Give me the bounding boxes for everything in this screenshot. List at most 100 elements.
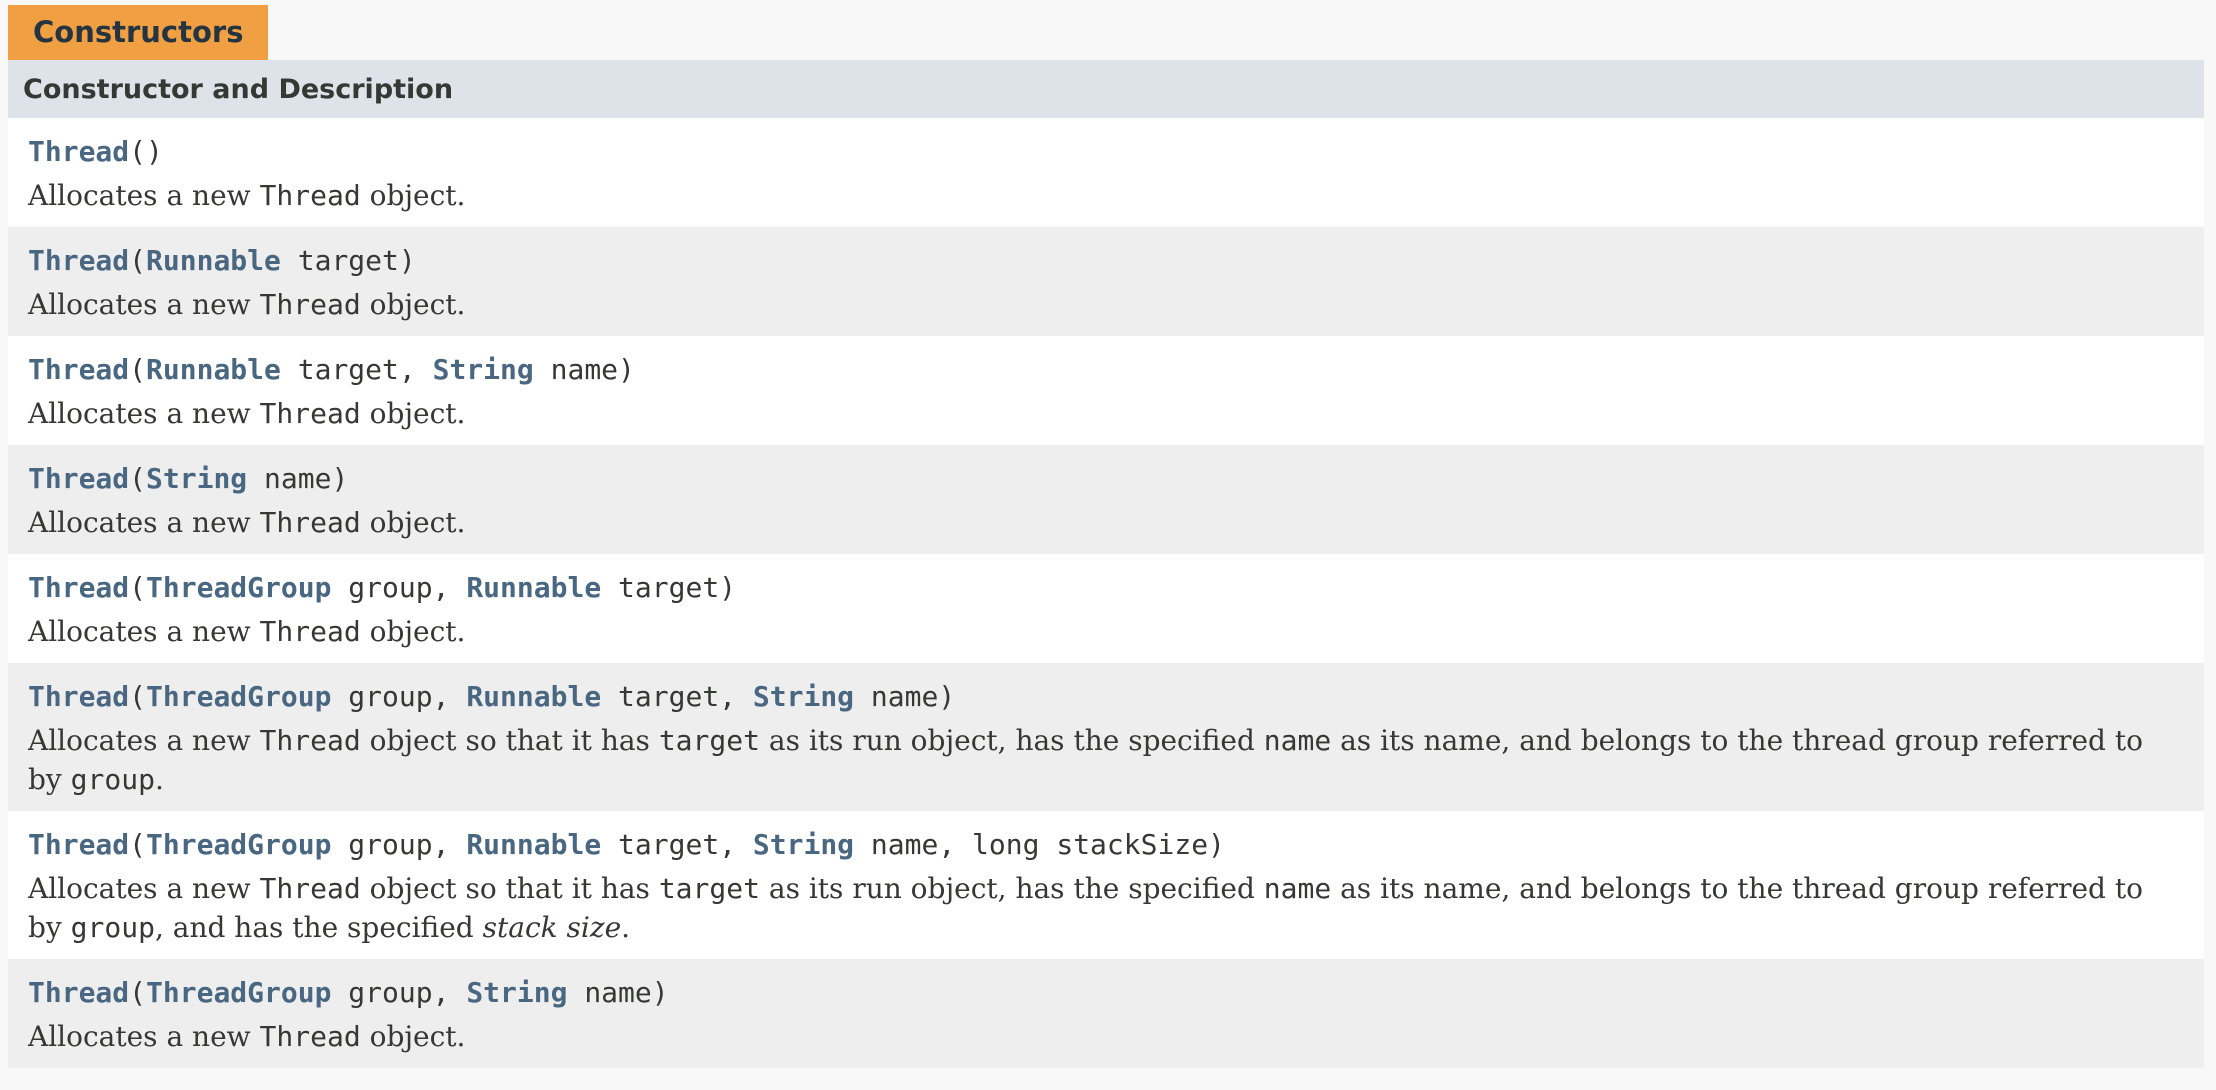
constructor-description: Allocates a new Thread object so that it…: [28, 721, 2184, 799]
type-link[interactable]: Runnable: [466, 680, 601, 713]
signature-text: (: [129, 462, 147, 495]
signature-text: name): [533, 353, 635, 386]
constructor-name-link[interactable]: Thread: [28, 828, 129, 861]
constructor-signature: Thread(ThreadGroup group, Runnable targe…: [28, 679, 2184, 715]
type-link[interactable]: ThreadGroup: [146, 680, 331, 713]
description-text: object.: [360, 397, 466, 430]
constructor-signature: Thread(ThreadGroup group, Runnable targe…: [28, 570, 2184, 606]
signature-text: group,: [331, 976, 467, 1009]
emphasis-text: stack size: [482, 911, 622, 944]
signature-text: group,: [331, 571, 467, 604]
constructor-signature: Thread(Runnable target): [28, 243, 2184, 279]
constructor-list: Thread() Allocates a new Thread object. Th…: [8, 118, 2204, 1068]
constructor-name-link[interactable]: Thread: [28, 680, 129, 713]
constructor-cell: Thread(ThreadGroup group, Runnable targe…: [8, 811, 2204, 959]
constructor-cell: Thread(ThreadGroup group, Runnable targe…: [8, 554, 2204, 663]
description-text: object.: [360, 506, 466, 539]
type-link[interactable]: ThreadGroup: [146, 828, 331, 861]
type-link[interactable]: Runnable: [146, 244, 281, 277]
description-text: Allocates a new: [28, 615, 260, 648]
constructor-name-link[interactable]: Thread: [28, 244, 129, 277]
signature-text: (: [129, 244, 147, 277]
description-text: Allocates a new: [28, 288, 260, 321]
signature-text: name): [247, 462, 349, 495]
code-term: group: [70, 911, 155, 944]
description-text: object.: [360, 288, 466, 321]
code-term: name: [1263, 724, 1332, 757]
type-link[interactable]: Runnable: [466, 828, 601, 861]
description-text: , and has the specified: [154, 911, 483, 944]
constructor-name-link[interactable]: Thread: [28, 353, 129, 386]
signature-text: name, long stackSize): [854, 828, 1225, 861]
signature-text: target): [601, 571, 737, 604]
description-text: object so that it has: [360, 724, 659, 757]
constructor-description: Allocates a new Thread object.: [28, 612, 2184, 651]
table-row: Thread(ThreadGroup group, Runnable targe…: [8, 663, 2204, 811]
signature-text: target,: [280, 353, 433, 386]
constructor-signature: Thread(Runnable target, String name): [28, 352, 2184, 388]
type-link[interactable]: String: [433, 353, 534, 386]
constructor-description: Allocates a new Thread object.: [28, 176, 2184, 215]
signature-text: target,: [601, 680, 753, 713]
signature-text: name): [854, 680, 956, 713]
code-term: name: [1263, 872, 1332, 905]
signature-text: (: [129, 571, 147, 604]
code-term: Thread: [259, 615, 361, 648]
column-header: Constructor and Description: [8, 60, 2204, 118]
code-term: target: [658, 724, 760, 757]
signature-text: (: [129, 353, 147, 386]
constructor-cell: Thread(Runnable target) Allocates a new T…: [8, 227, 2204, 336]
description-text: Allocates a new: [28, 724, 260, 757]
type-link[interactable]: Runnable: [466, 571, 601, 604]
code-term: Thread: [259, 288, 361, 321]
table-row: Thread(Runnable target) Allocates a new T…: [8, 227, 2204, 336]
description-text: object.: [360, 179, 466, 212]
description-text: Allocates a new: [28, 397, 260, 430]
type-link[interactable]: String: [753, 828, 854, 861]
constructor-cell: Thread(ThreadGroup group, String name) Al…: [8, 959, 2204, 1068]
type-link[interactable]: Runnable: [146, 353, 281, 386]
type-link[interactable]: String: [146, 462, 247, 495]
constructor-signature: Thread(String name): [28, 461, 2184, 497]
type-link[interactable]: String: [466, 976, 567, 1009]
constructor-name-link[interactable]: Thread: [28, 976, 129, 1009]
type-link[interactable]: String: [753, 680, 854, 713]
table-row: Thread() Allocates a new Thread object.: [8, 118, 2204, 227]
constructor-cell: Thread(ThreadGroup group, Runnable targe…: [8, 663, 2204, 811]
code-term: Thread: [259, 397, 361, 430]
constructor-description: Allocates a new Thread object.: [28, 1017, 2184, 1056]
table-row: Thread(ThreadGroup group, String name) Al…: [8, 959, 2204, 1068]
code-term: group: [70, 763, 155, 796]
constructor-cell: Thread(String name) Allocates a new Threa…: [8, 445, 2204, 554]
table-row: Thread(String name) Allocates a new Threa…: [8, 445, 2204, 554]
constructor-description: Allocates a new Thread object.: [28, 503, 2184, 542]
type-link[interactable]: ThreadGroup: [146, 571, 331, 604]
signature-text: (: [129, 828, 147, 861]
code-term: Thread: [259, 872, 361, 905]
code-term: Thread: [259, 724, 361, 757]
signature-text: target): [280, 244, 416, 277]
code-term: Thread: [259, 1020, 361, 1053]
constructor-signature: Thread(ThreadGroup group, Runnable targe…: [28, 827, 2184, 863]
signature-text: target,: [601, 828, 753, 861]
constructor-name-link[interactable]: Thread: [28, 462, 129, 495]
type-link[interactable]: ThreadGroup: [146, 976, 331, 1009]
table-row: Thread(ThreadGroup group, Runnable targe…: [8, 554, 2204, 663]
constructor-cell: Thread() Allocates a new Thread object.: [8, 118, 2204, 227]
signature-text: name): [567, 976, 669, 1009]
description-text: object.: [360, 615, 466, 648]
description-text: as its run object, has the specified: [759, 724, 1264, 757]
signature-text: (): [129, 135, 163, 168]
description-text: object so that it has: [360, 872, 659, 905]
constructor-name-link[interactable]: Thread: [28, 571, 129, 604]
description-text: Allocates a new: [28, 872, 260, 905]
constructor-description: Allocates a new Thread object so that it…: [28, 869, 2184, 947]
constructor-signature: Thread(ThreadGroup group, String name): [28, 975, 2184, 1011]
code-term: Thread: [259, 506, 361, 539]
table-row: Thread(Runnable target, String name) Allo…: [8, 336, 2204, 445]
constructor-cell: Thread(Runnable target, String name) Allo…: [8, 336, 2204, 445]
code-term: target: [658, 872, 760, 905]
code-term: Thread: [259, 179, 361, 212]
constructor-name-link[interactable]: Thread: [28, 135, 129, 168]
constructor-table: Constructor and Description Thread() Allo…: [8, 60, 2204, 1068]
